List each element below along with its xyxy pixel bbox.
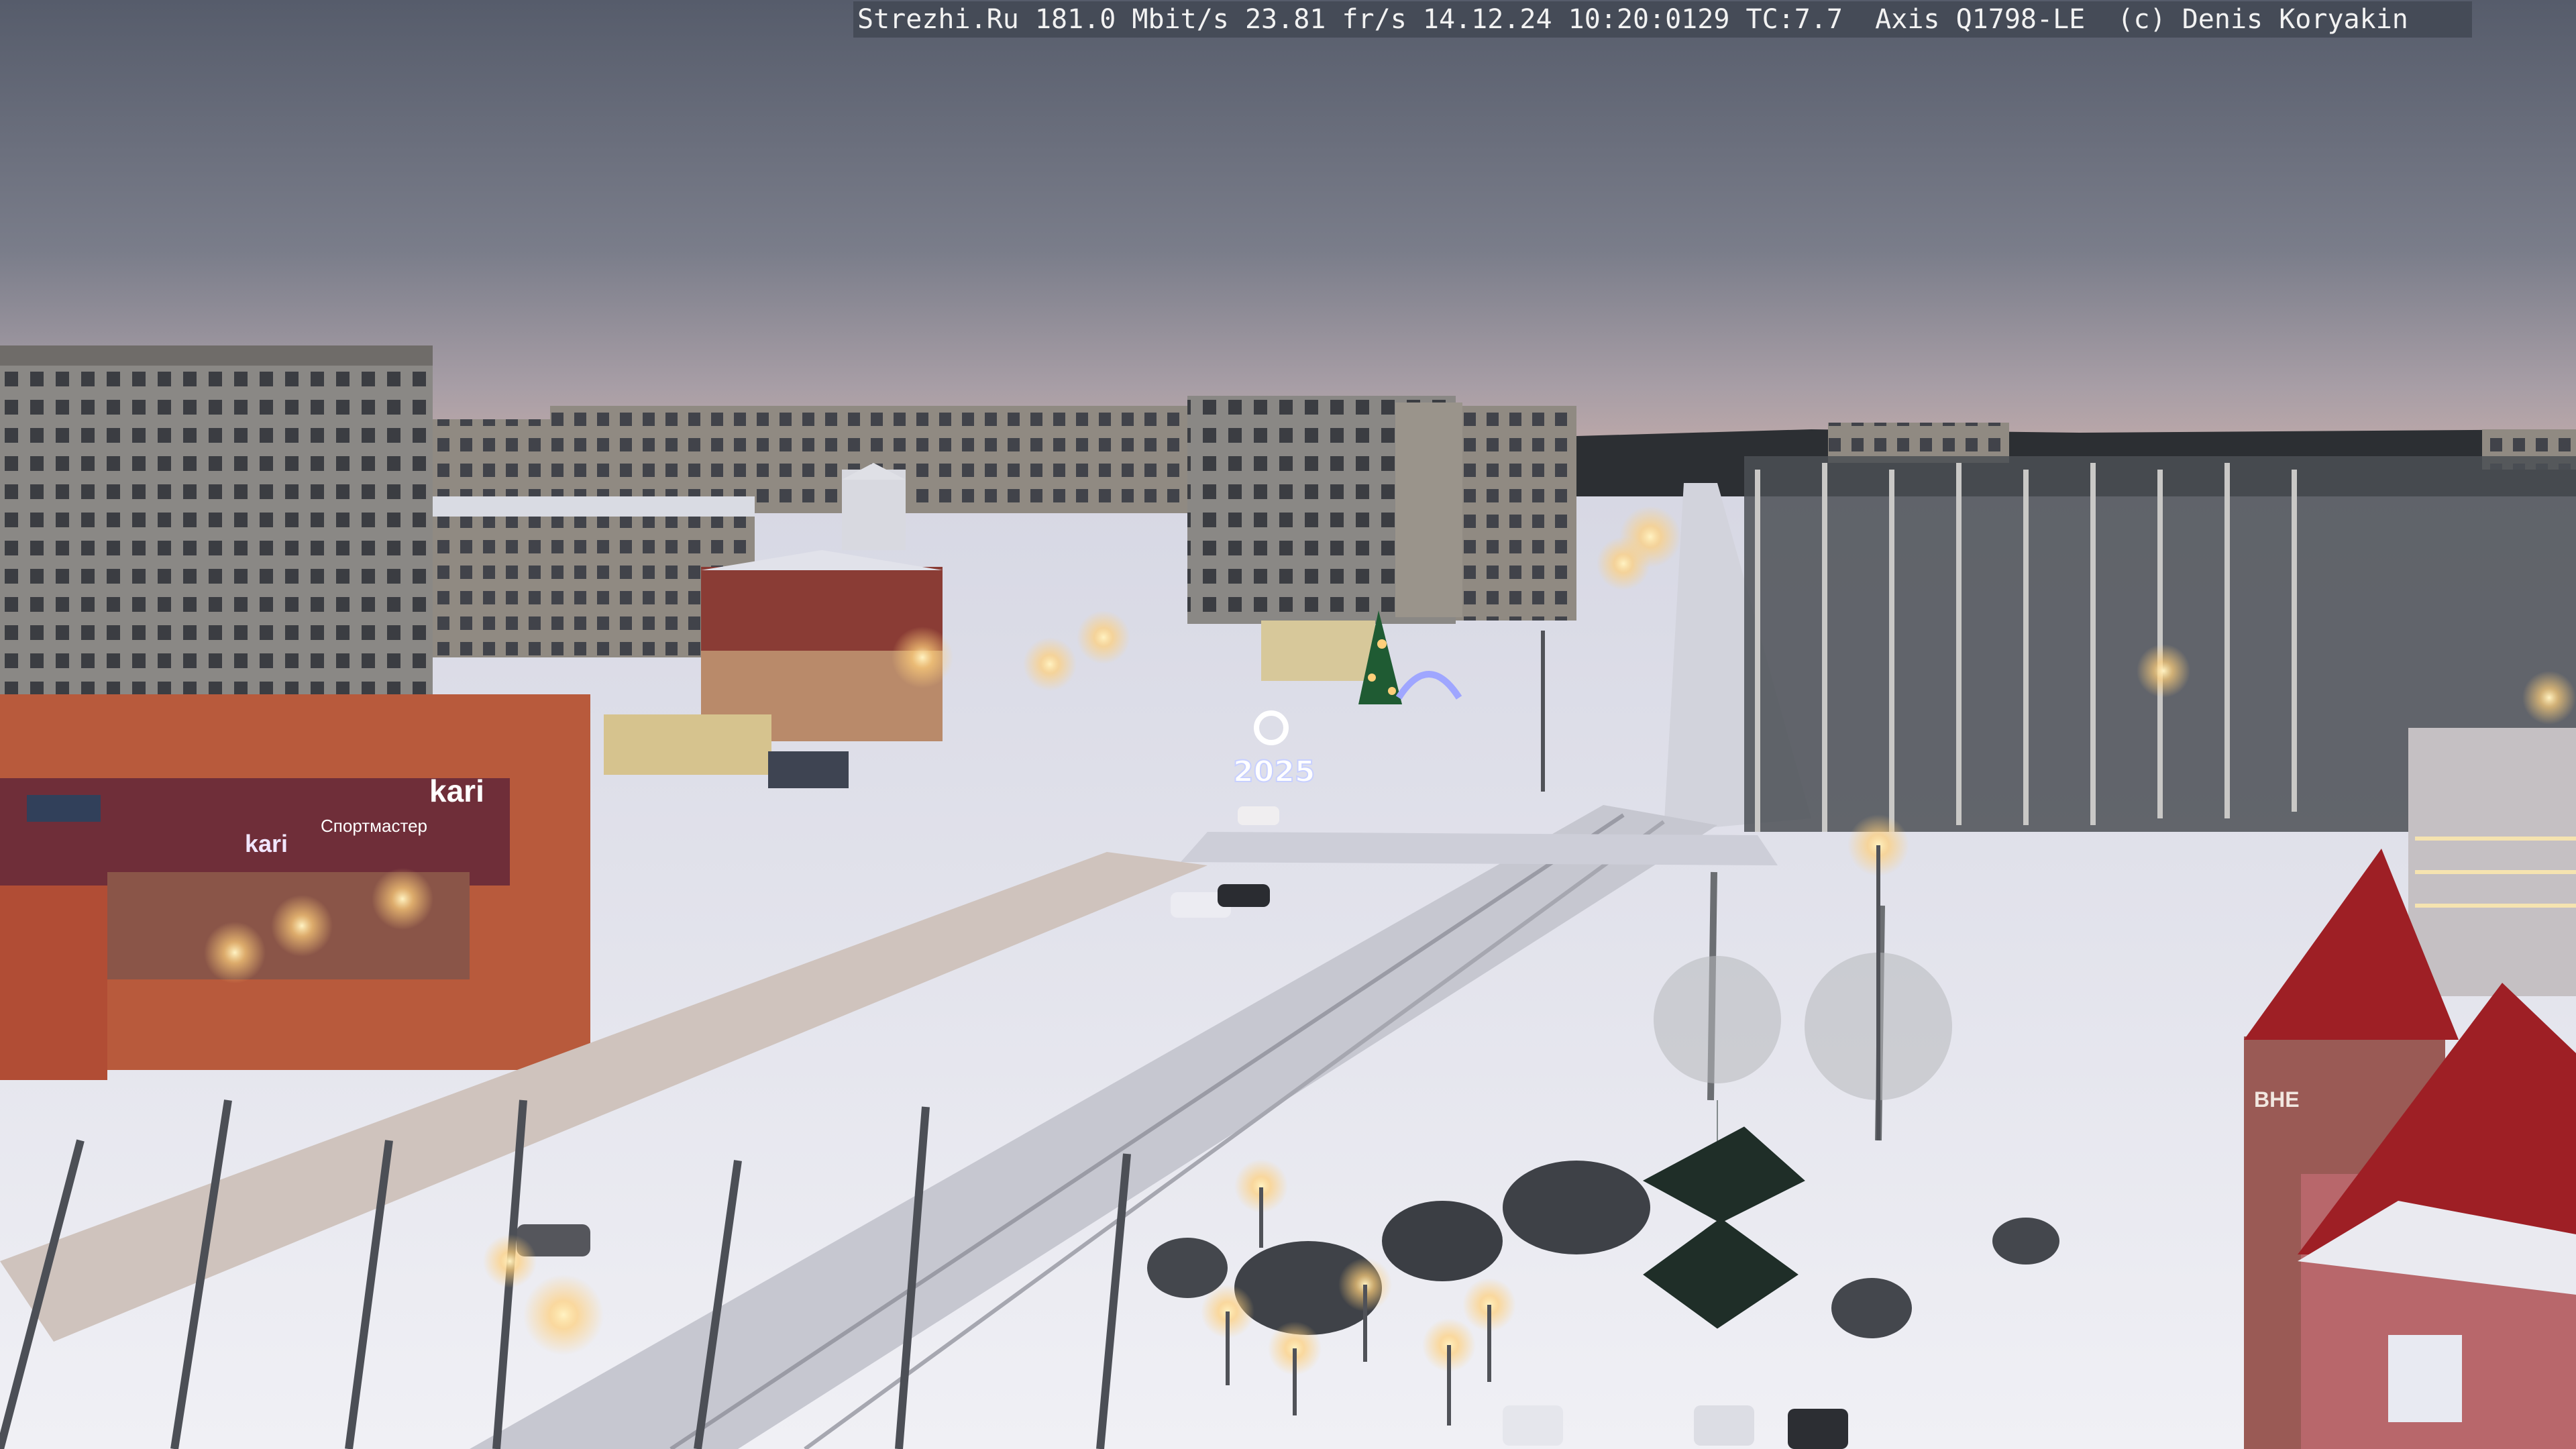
camera-info-overlay: Strezhi.Ru 181.0 Mbit/s 23.81 fr/s 14.12… — [853, 1, 2472, 38]
webcam-scene: kari kari Спортмастер 2025 ВНЕ — [0, 0, 2576, 1449]
civic-building — [1261, 621, 1375, 681]
cross-road — [1181, 832, 1778, 865]
billboard — [768, 751, 849, 788]
store-logo-text: kari — [429, 773, 484, 808]
small-shop — [604, 714, 771, 775]
store-building: kari kari Спортмастер — [0, 694, 590, 1080]
store-banner-text: Спортмастер — [321, 816, 427, 836]
store-small-sign-text: kari — [245, 830, 288, 857]
year-display-lights: 2025 — [1233, 755, 1315, 789]
building-sign: ВНЕ — [2254, 1087, 2300, 1112]
